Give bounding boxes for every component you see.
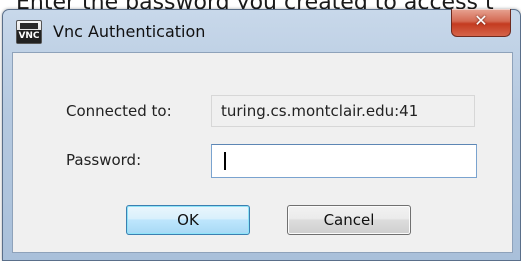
close-icon: ✕	[474, 11, 488, 30]
connected-to-field: turing.cs.montclair.edu:41	[211, 95, 475, 127]
dialog-body: Connected to: turing.cs.montclair.edu:41…	[12, 52, 513, 253]
text-caret	[224, 152, 226, 170]
password-label: Password:	[66, 151, 142, 169]
connected-to-value: turing.cs.montclair.edu:41	[221, 102, 419, 120]
window-title: Vnc Authentication	[53, 22, 206, 41]
connected-to-label: Connected to:	[66, 102, 172, 120]
title-bar[interactable]: VNC Vnc Authentication ✕	[3, 9, 520, 52]
vnc-app-icon: VNC	[16, 20, 42, 44]
password-input[interactable]	[211, 144, 477, 178]
cancel-button[interactable]: Cancel	[287, 205, 411, 235]
close-button[interactable]: ✕	[451, 9, 511, 37]
ok-button[interactable]: OK	[126, 205, 250, 235]
vnc-auth-dialog: VNC Vnc Authentication ✕ Connected to: t…	[2, 9, 521, 261]
vnc-app-icon-label: VNC	[17, 30, 41, 43]
